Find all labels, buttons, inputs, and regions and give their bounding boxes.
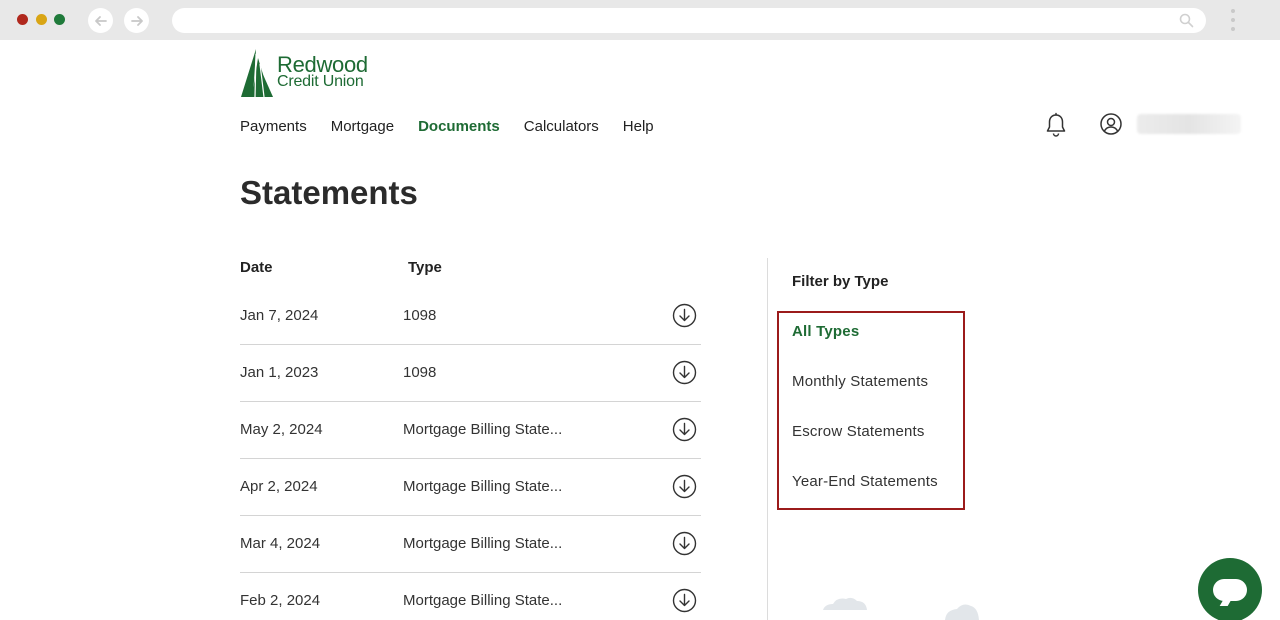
tree-logo-icon bbox=[241, 49, 273, 98]
nav-item-payments[interactable]: Payments bbox=[240, 118, 307, 135]
browser-menu-icon[interactable] bbox=[1228, 9, 1238, 33]
filter-option-all-types[interactable]: All Types bbox=[792, 323, 859, 340]
browser-forward-button[interactable] bbox=[124, 8, 149, 33]
nav-item-mortgage[interactable]: Mortgage bbox=[331, 118, 394, 135]
chat-bubble-icon bbox=[1213, 579, 1247, 601]
address-bar[interactable] bbox=[172, 8, 1206, 33]
browser-toolbar bbox=[0, 0, 1280, 40]
table-row: Jan 1, 2023 1098 bbox=[240, 345, 701, 402]
brand-logo[interactable]: Redwood Credit Union bbox=[240, 48, 380, 98]
row-type: Mortgage Billing State... bbox=[403, 535, 563, 552]
chat-button[interactable] bbox=[1198, 558, 1262, 620]
row-type: Mortgage Billing State... bbox=[403, 478, 563, 495]
row-type: Mortgage Billing State... bbox=[403, 421, 563, 438]
nav-item-documents[interactable]: Documents bbox=[418, 118, 500, 135]
row-type: Mortgage Billing State... bbox=[403, 592, 563, 609]
bell-icon bbox=[1046, 112, 1066, 137]
brand-name-line2: Credit Union bbox=[277, 73, 364, 90]
user-circle-icon bbox=[1100, 113, 1122, 135]
filter-option-year-end-statements[interactable]: Year-End Statements bbox=[792, 473, 938, 490]
row-type: 1098 bbox=[403, 364, 437, 381]
row-date: Feb 2, 2024 bbox=[240, 592, 321, 609]
filter-title: Filter by Type bbox=[792, 273, 889, 290]
arrow-right-icon bbox=[130, 15, 143, 26]
row-date: Jan 7, 2024 bbox=[240, 307, 319, 324]
filter-option-monthly-statements[interactable]: Monthly Statements bbox=[792, 373, 928, 390]
notifications-button[interactable] bbox=[1044, 112, 1068, 138]
table-row: May 2, 2024 Mortgage Billing State... bbox=[240, 402, 701, 459]
row-date: Mar 4, 2024 bbox=[240, 535, 321, 552]
download-icon[interactable] bbox=[672, 474, 697, 499]
download-icon[interactable] bbox=[672, 360, 697, 385]
download-icon[interactable] bbox=[672, 303, 697, 328]
page-title: Statements bbox=[240, 174, 418, 211]
panel-divider bbox=[767, 258, 768, 620]
row-date: May 2, 2024 bbox=[240, 421, 323, 438]
download-icon[interactable] bbox=[672, 531, 697, 556]
table-row: Mar 4, 2024 Mortgage Billing State... bbox=[240, 516, 701, 573]
row-type: 1098 bbox=[403, 307, 437, 324]
column-header-type: Type bbox=[408, 259, 442, 276]
table-row: Jan 7, 2024 1098 bbox=[240, 288, 701, 345]
search-icon bbox=[1179, 13, 1194, 28]
nav-item-calculators[interactable]: Calculators bbox=[524, 118, 599, 135]
row-date: Jan 1, 2023 bbox=[240, 364, 319, 381]
filter-option-escrow-statements[interactable]: Escrow Statements bbox=[792, 423, 925, 440]
download-icon[interactable] bbox=[672, 588, 697, 613]
window-minimize-dot[interactable] bbox=[36, 14, 47, 25]
browser-back-button[interactable] bbox=[88, 8, 113, 33]
table-row: Apr 2, 2024 Mortgage Billing State... bbox=[240, 459, 701, 516]
main-nav: Payments Mortgage Documents Calculators … bbox=[240, 118, 678, 135]
row-date: Apr 2, 2024 bbox=[240, 478, 318, 495]
table-row: Feb 2, 2024 Mortgage Billing State... bbox=[240, 573, 701, 620]
account-button[interactable] bbox=[1099, 112, 1123, 136]
window-close-dot[interactable] bbox=[17, 14, 28, 25]
column-header-date: Date bbox=[240, 259, 273, 276]
arrow-left-icon bbox=[94, 15, 107, 26]
cloud-illustration bbox=[823, 597, 979, 620]
nav-item-help[interactable]: Help bbox=[623, 118, 654, 135]
account-name-redacted[interactable] bbox=[1137, 114, 1241, 134]
window-maximize-dot[interactable] bbox=[54, 14, 65, 25]
download-icon[interactable] bbox=[672, 417, 697, 442]
